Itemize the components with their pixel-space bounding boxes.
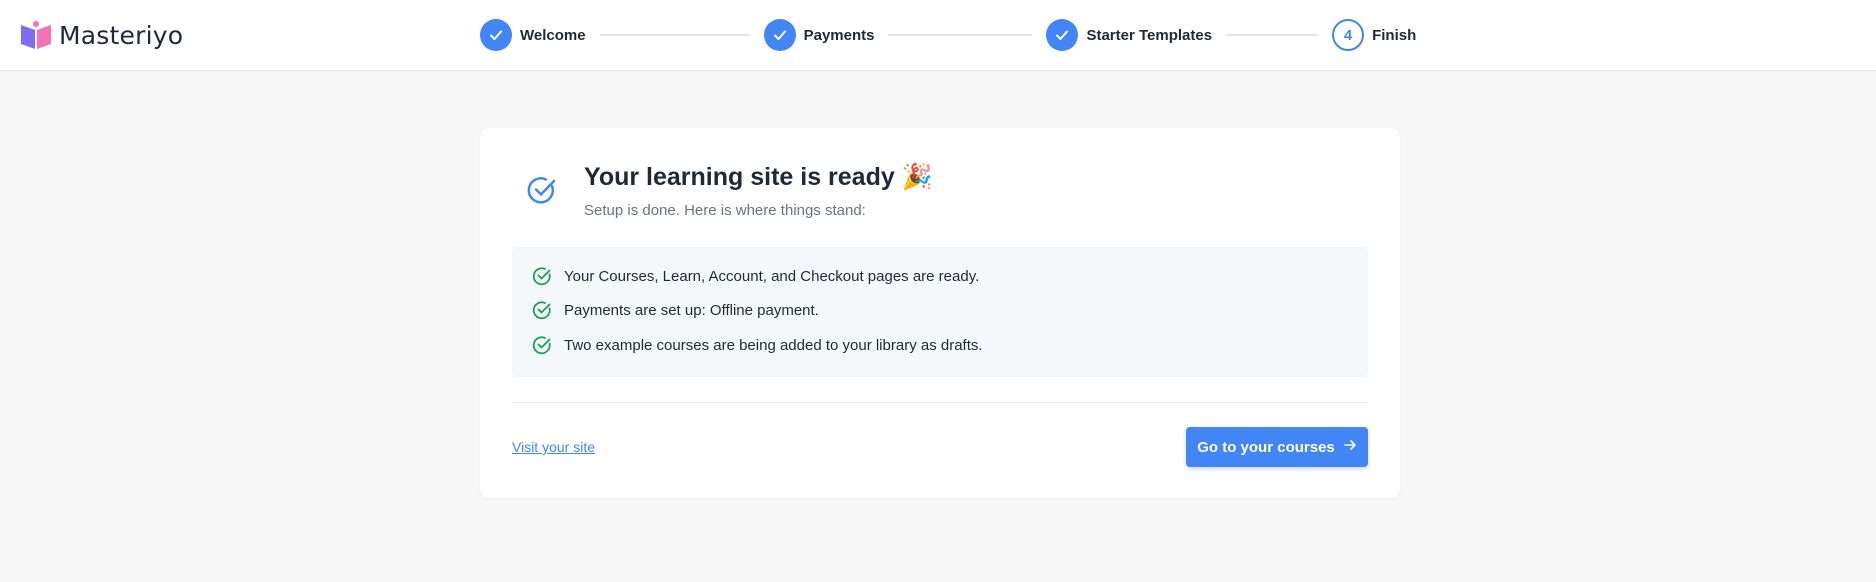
visit-site-link[interactable]: Visit your site	[512, 439, 595, 455]
go-to-courses-button[interactable]: Go to your courses	[1186, 427, 1368, 467]
divider	[512, 402, 1368, 403]
status-item: Your Courses, Learn, Account, and Checko…	[532, 265, 979, 287]
status-text: Payments are set up: Offline payment.	[564, 301, 819, 319]
book-logo-icon	[19, 20, 53, 50]
check-icon	[480, 19, 512, 51]
page-subtitle: Setup is done. Here is where things stan…	[584, 202, 866, 219]
title-text: Your learning site is ready	[584, 163, 895, 191]
step-finish[interactable]: 4 Finish	[1332, 19, 1416, 51]
circle-check-icon	[532, 300, 552, 320]
brand-name: Masteriyo	[59, 20, 184, 50]
circle-check-icon	[526, 174, 558, 206]
circle-check-icon	[532, 266, 552, 286]
step-number: 4	[1332, 19, 1365, 51]
step-label: Payments	[803, 26, 875, 44]
status-item: Two example courses are being added to y…	[532, 334, 983, 356]
status-text: Two example courses are being added to y…	[564, 336, 983, 354]
step-connector	[599, 34, 750, 36]
step-label: Starter Templates	[1086, 26, 1213, 44]
circle-check-icon	[532, 335, 552, 355]
step-payments[interactable]: Payments	[763, 19, 875, 51]
step-welcome[interactable]: Welcome	[480, 19, 586, 51]
setup-stepper: Welcome Payments Starter Templates 4 Fin…	[480, 19, 1416, 51]
step-connector	[888, 34, 1033, 36]
step-connector	[1226, 34, 1319, 36]
status-item: Payments are set up: Offline payment.	[532, 299, 819, 321]
step-label: Finish	[1372, 26, 1417, 44]
page-title: Your learning site is ready 🎉	[584, 163, 933, 192]
step-starter-templates[interactable]: Starter Templates	[1046, 19, 1212, 51]
finish-card: Your learning site is ready 🎉 Setup is d…	[480, 128, 1400, 498]
status-text: Your Courses, Learn, Account, and Checko…	[564, 267, 980, 285]
check-icon	[1046, 19, 1079, 51]
step-label: Welcome	[520, 26, 586, 44]
brand-logo[interactable]: Masteriyo	[19, 20, 183, 50]
button-label: Go to your courses	[1197, 438, 1335, 456]
party-popper-emoji: 🎉	[901, 163, 933, 191]
arrow-right-icon	[1343, 438, 1357, 456]
check-icon	[763, 19, 796, 51]
top-bar: Masteriyo Welcome Payments Starter Templ…	[0, 0, 1876, 71]
status-list: Your Courses, Learn, Account, and Checko…	[512, 247, 1368, 377]
